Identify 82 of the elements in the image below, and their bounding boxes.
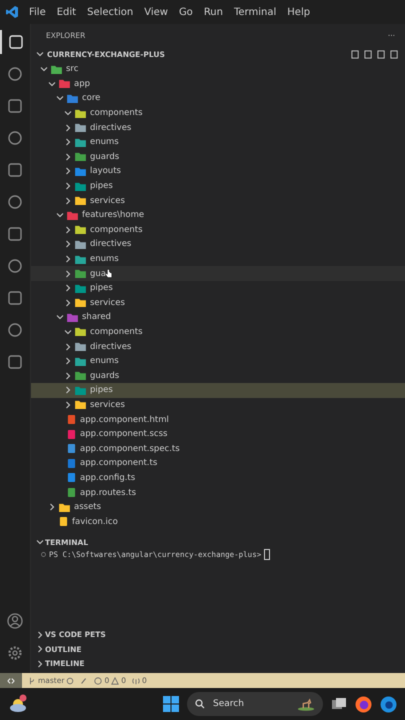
menu-item[interactable]: Help <box>287 6 310 18</box>
chevron-icon[interactable] <box>63 356 73 366</box>
folder-name[interactable]: directives <box>90 239 132 250</box>
chevron-icon[interactable] <box>63 224 73 235</box>
task-view-icon[interactable] <box>331 696 347 712</box>
pointer-icon <box>105 268 113 280</box>
folder-name[interactable]: pipes <box>90 283 113 294</box>
folder-name[interactable]: directives <box>90 122 132 133</box>
menu-item[interactable]: File <box>29 6 46 18</box>
chevron-icon[interactable] <box>35 658 45 669</box>
menu-item[interactable]: Go <box>178 6 193 18</box>
folder-name[interactable]: pipes <box>90 385 113 396</box>
account-icon[interactable] <box>7 613 23 629</box>
folder-name[interactable]: assets <box>74 502 102 512</box>
settings-icon[interactable] <box>7 645 23 661</box>
folder-name[interactable]: enums <box>90 254 119 264</box>
chevron-icon[interactable] <box>63 166 73 176</box>
taskbar-search[interactable]: Search <box>187 692 323 716</box>
chevron-icon[interactable] <box>63 122 73 133</box>
chevron-icon[interactable] <box>35 630 45 640</box>
sync-icon[interactable] <box>66 676 74 684</box>
folder-name[interactable]: components <box>90 224 143 235</box>
file-name[interactable]: app.routes.ts <box>80 488 136 498</box>
folder-name[interactable]: directives <box>90 342 132 352</box>
vscode-logo-icon[interactable] <box>6 6 18 18</box>
chevron-icon[interactable] <box>63 152 73 162</box>
folder-name[interactable]: layouts <box>90 166 121 176</box>
file-name[interactable]: app.config.ts <box>80 472 136 483</box>
file-name[interactable]: favicon.ico <box>72 516 118 527</box>
chevron-icon[interactable] <box>63 370 73 381</box>
menu-item[interactable]: Terminal <box>234 6 276 18</box>
menu-item[interactable]: Run <box>204 6 223 18</box>
remote-icon <box>7 676 15 684</box>
status-circle-icon <box>41 552 46 557</box>
chevron-icon[interactable] <box>35 537 45 547</box>
chevron-icon[interactable] <box>63 400 73 410</box>
chevron-icon[interactable] <box>63 196 73 206</box>
chevron-icon[interactable] <box>35 49 45 59</box>
chevron-icon[interactable] <box>35 644 45 654</box>
menu-item[interactable]: View <box>144 6 168 18</box>
remote-button[interactable] <box>0 673 22 688</box>
menu-item[interactable]: Edit <box>56 6 76 18</box>
browser-icon[interactable] <box>380 696 397 712</box>
chevron-icon[interactable] <box>63 298 73 308</box>
chevron-icon[interactable] <box>63 254 73 264</box>
folder-name[interactable]: components <box>90 108 143 118</box>
firefox-icon[interactable] <box>355 696 372 712</box>
terminal-cursor <box>264 549 270 560</box>
folder-name[interactable]: src <box>66 64 78 74</box>
folder-name[interactable]: core <box>82 93 100 104</box>
file-name[interactable]: app.component.ts <box>80 458 158 468</box>
folder-name[interactable]: shared <box>82 312 111 322</box>
folder-name[interactable]: guards <box>90 370 120 381</box>
chevron-icon[interactable] <box>63 385 73 396</box>
weather-icon[interactable] <box>8 694 28 714</box>
deer-icon <box>297 698 315 710</box>
file-name[interactable]: app.component.spec.ts <box>80 444 180 454</box>
error-icon <box>94 676 102 684</box>
folder-name[interactable]: app <box>74 78 90 89</box>
file-name[interactable]: app.component.scss <box>80 429 168 440</box>
windows-start-icon[interactable] <box>163 696 179 712</box>
folder-name[interactable]: services <box>90 298 125 308</box>
chevron-icon[interactable] <box>47 502 57 512</box>
folder-name[interactable]: guards <box>90 152 120 162</box>
folder-name[interactable]: components <box>90 326 143 337</box>
file-name[interactable]: app.component.html <box>80 414 169 425</box>
menu-item[interactable]: Selection <box>87 6 134 18</box>
chevron-icon[interactable] <box>63 283 73 294</box>
chevron-icon[interactable] <box>63 268 73 279</box>
antenna-icon <box>132 676 140 684</box>
chevron-icon[interactable] <box>63 239 73 250</box>
chevron-icon[interactable] <box>63 181 73 192</box>
folder-name[interactable]: gua <box>90 268 106 279</box>
folder-name[interactable]: services <box>90 196 125 206</box>
folder-name[interactable]: enums <box>90 356 119 366</box>
warning-icon <box>111 676 120 684</box>
folder-name[interactable]: services <box>90 400 125 410</box>
folder-name[interactable]: pipes <box>90 181 113 192</box>
folder-name[interactable]: features\home <box>82 210 144 220</box>
chevron-icon[interactable] <box>63 137 73 148</box>
chevron-icon[interactable] <box>63 342 73 352</box>
folder-name[interactable]: enums <box>90 137 119 148</box>
